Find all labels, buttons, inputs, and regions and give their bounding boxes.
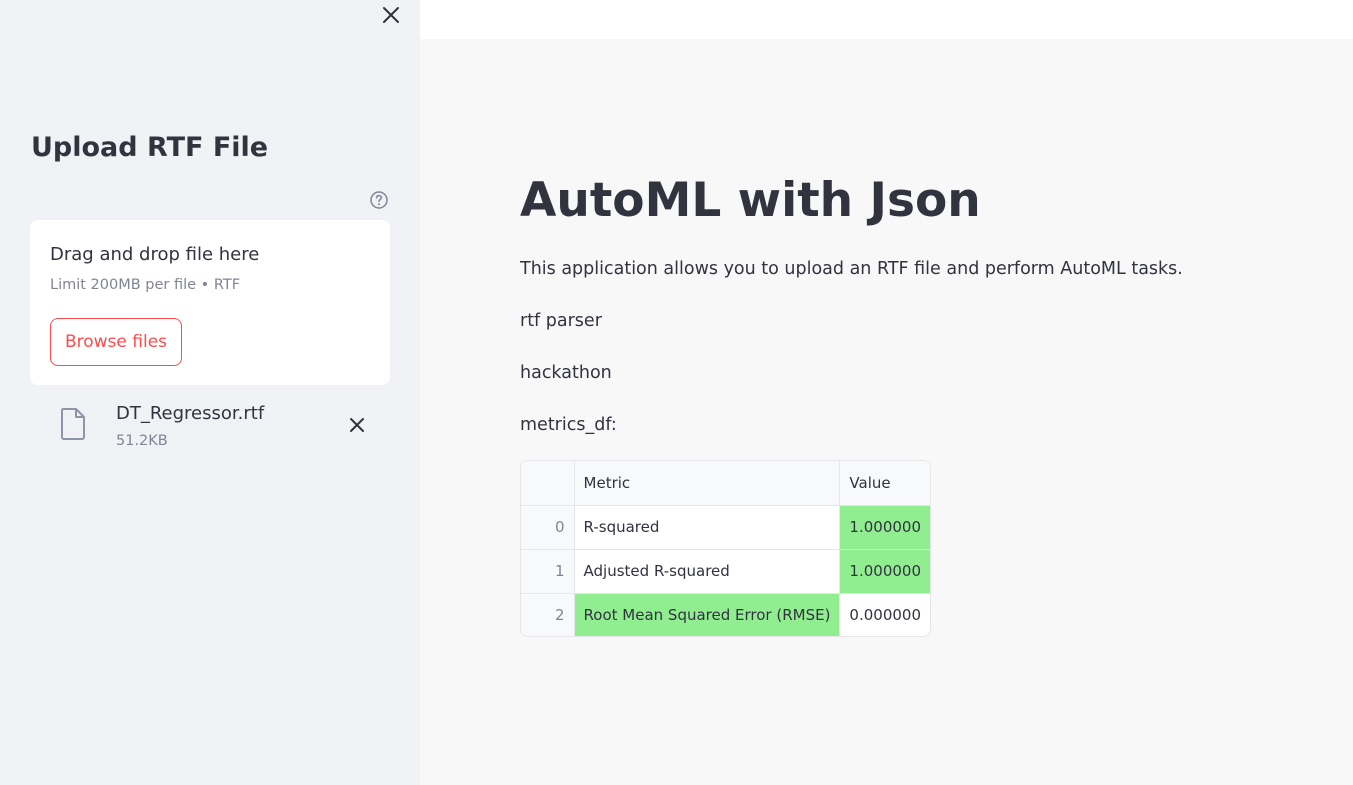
browse-files-button[interactable]: Browse files (50, 318, 182, 366)
value-cell[interactable]: 1.000000 (839, 549, 930, 594)
metrics-table: Metric Value 0 R-squared 1.000000 1 Adju… (521, 461, 930, 636)
main-content: AutoML with Json This application allows… (420, 39, 1353, 785)
table-row: 2 Root Mean Squared Error (RMSE) 0.00000… (521, 593, 930, 636)
uploaded-file-size: 51.2KB (116, 433, 168, 449)
metric-cell[interactable]: Root Mean Squared Error (RMSE) (574, 593, 841, 636)
close-icon (383, 7, 399, 23)
app-description: This application allows you to upload an… (520, 259, 1183, 279)
text-hackathon: hackathon (520, 363, 612, 383)
row-index[interactable]: 2 (521, 593, 575, 636)
top-header-bar (420, 0, 1353, 39)
text-rtf-parser: rtf parser (520, 311, 602, 331)
help-circle-icon[interactable] (369, 190, 389, 210)
row-index[interactable]: 0 (521, 505, 575, 550)
close-icon (350, 418, 364, 432)
page-title: AutoML with Json (520, 173, 981, 228)
table-row: 1 Adjusted R-squared 1.000000 (521, 549, 930, 594)
file-icon (61, 408, 85, 440)
sidebar: Upload RTF File Drag and drop file here … (0, 0, 420, 785)
table-header-row: Metric Value (521, 461, 930, 506)
column-header-metric[interactable]: Metric (574, 461, 841, 506)
dropzone-limit-text: Limit 200MB per file • RTF (50, 277, 241, 293)
file-dropzone[interactable]: Drag and drop file here Limit 200MB per … (30, 220, 390, 385)
value-cell[interactable]: 1.000000 (839, 505, 930, 550)
value-cell[interactable]: 0.000000 (840, 593, 930, 636)
app: Upload RTF File Drag and drop file here … (0, 0, 1353, 785)
metrics-dataframe[interactable]: Metric Value 0 R-squared 1.000000 1 Adju… (520, 460, 931, 637)
metric-cell[interactable]: Adjusted R-squared (574, 549, 841, 594)
metric-cell[interactable]: R-squared (574, 505, 841, 550)
row-index[interactable]: 1 (521, 549, 575, 594)
sidebar-close-button[interactable] (378, 2, 404, 28)
dataframe-label: metrics_df: (520, 415, 617, 435)
sidebar-title: Upload RTF File (31, 132, 269, 163)
remove-file-button[interactable] (345, 413, 369, 437)
column-header-value[interactable]: Value (839, 461, 930, 506)
uploaded-file-item: DT_Regressor.rtf 51.2KB (30, 398, 390, 458)
table-row: 0 R-squared 1.000000 (521, 505, 930, 550)
uploaded-file-name: DT_Regressor.rtf (116, 403, 265, 424)
column-header-index[interactable] (521, 461, 575, 506)
dropzone-instructions: Drag and drop file here (50, 244, 260, 265)
